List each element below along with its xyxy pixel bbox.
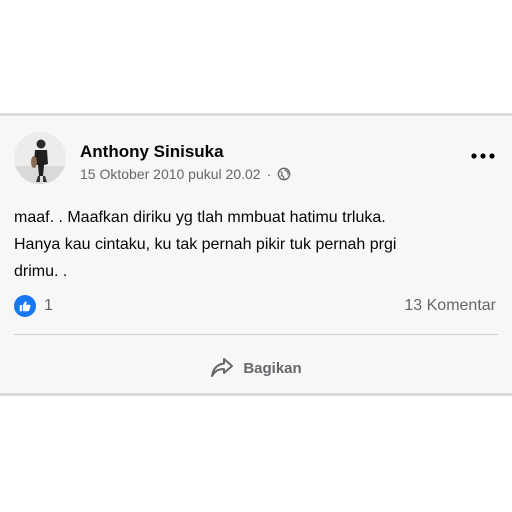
post-timestamp[interactable]: 15 Oktober 2010 pukul 20.02 [80, 166, 261, 182]
globe-icon[interactable] [277, 167, 291, 181]
like-count: 1 [44, 297, 53, 314]
action-divider [14, 334, 498, 335]
meta-separator: · [266, 166, 272, 182]
share-label: Bagikan [243, 359, 302, 377]
post-meta: 15 Oktober 2010 pukul 20.02 · [80, 166, 291, 182]
share-button[interactable]: Bagikan [0, 348, 512, 388]
page: Anthony Sinisuka 15 Oktober 2010 pukul 2… [0, 0, 512, 512]
like-icon [14, 295, 36, 317]
reactions-summary[interactable]: 1 [14, 295, 53, 317]
avatar[interactable] [14, 132, 66, 184]
more-options-icon[interactable] [470, 150, 496, 162]
avatar-photo [14, 132, 66, 184]
post-text: maaf. . Maafkan diriku yg tlah mmbuat ha… [14, 209, 397, 280]
author-name[interactable]: Anthony Sinisuka [80, 142, 224, 162]
share-icon [211, 358, 234, 377]
post-card: Anthony Sinisuka 15 Oktober 2010 pukul 2… [0, 113, 512, 396]
comment-count[interactable]: 13 Komentar [404, 297, 496, 315]
